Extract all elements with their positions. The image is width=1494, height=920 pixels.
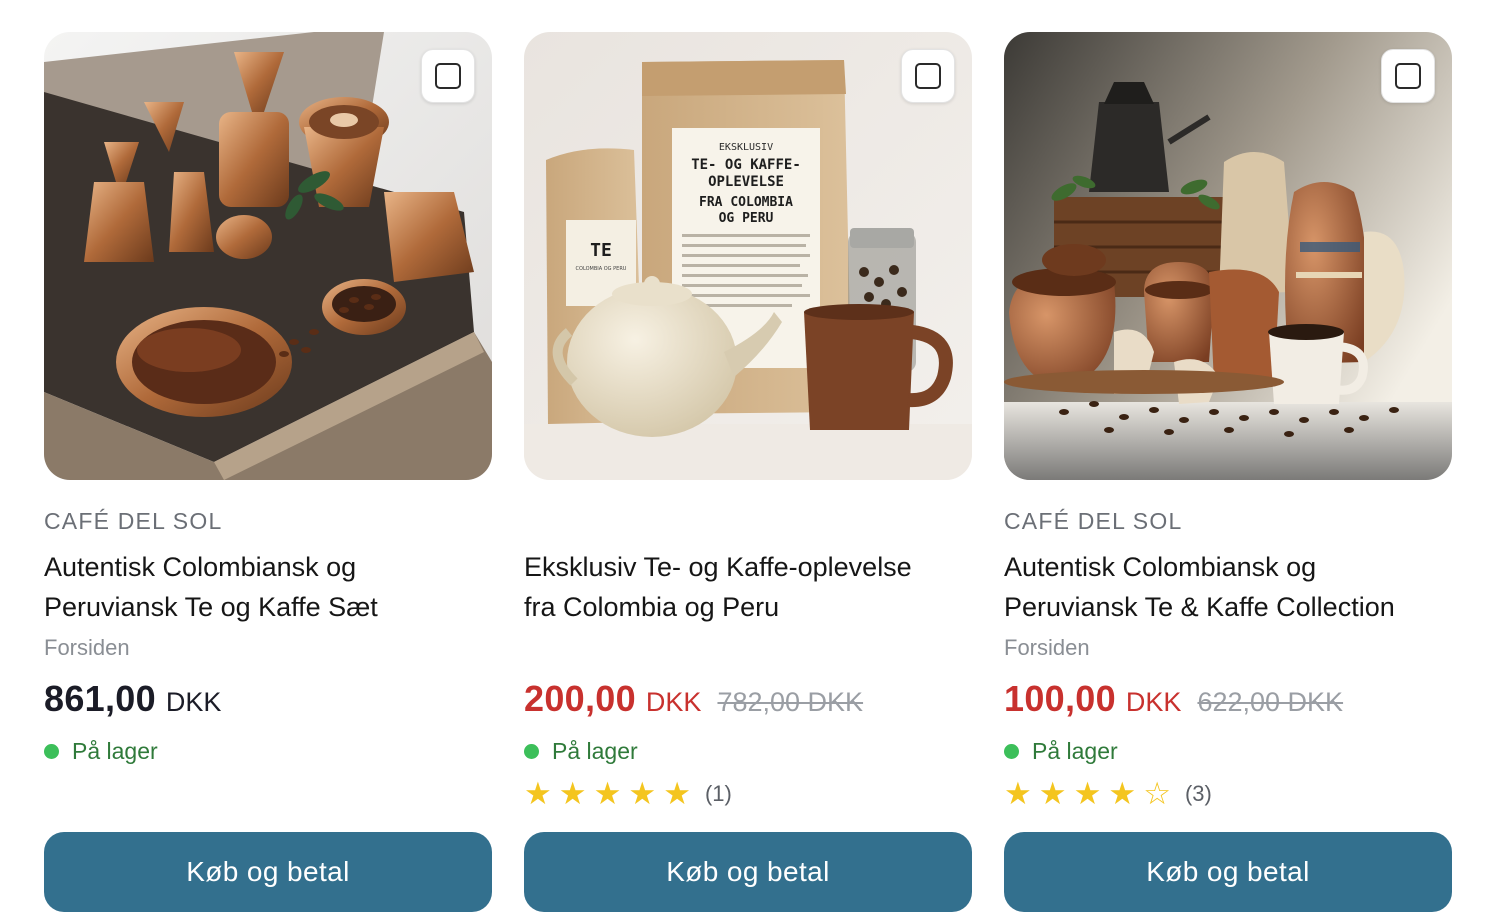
product-title-line: Eksklusiv Te- og Kaffe-oplevelse — [524, 552, 912, 582]
rating-stars: ★ ★ ★ ★ ★ — [524, 777, 691, 811]
bag-text: OG PERU — [719, 211, 774, 226]
checkbox-icon — [435, 63, 461, 89]
product-title[interactable]: Autentisk Colombiansk og Peruviansk Te o… — [44, 547, 492, 627]
rating-count: (1) — [704, 781, 732, 806]
stock-label: På lager — [552, 738, 638, 764]
buy-button[interactable]: Køb og betal — [1004, 832, 1452, 912]
star-filled-icon: ★ — [628, 776, 657, 812]
product-rating[interactable]: ★ ★ ★ ★ ★ (1) — [524, 777, 732, 811]
star-filled-icon: ★ — [593, 776, 622, 812]
star-filled-icon: ★ — [1073, 776, 1102, 812]
product-price: 100,00 DKK 622,00 DKK — [1004, 678, 1343, 720]
product-rating[interactable]: ★ ★ ★ ★ ☆ (3) — [1004, 777, 1212, 811]
compare-checkbox[interactable] — [421, 49, 475, 103]
bag-text: OPLEVELSE — [708, 174, 784, 190]
checkbox-icon — [915, 63, 941, 89]
product-title-line: Peruviansk Te & Kaffe Collection — [1004, 592, 1395, 622]
star-filled-icon: ★ — [524, 776, 552, 812]
price-amount: 100,00 — [1004, 678, 1116, 719]
product-image[interactable] — [1004, 32, 1452, 480]
stock-status: På lager — [44, 738, 158, 765]
stock-label: På lager — [1032, 738, 1118, 764]
stock-status: På lager — [524, 738, 638, 765]
buy-button[interactable]: Køb og betal — [44, 832, 492, 912]
product-vendor: CAFÉ DEL SOL — [44, 508, 223, 534]
small-bag-subtext: COLOMBIA OG PERU — [576, 266, 627, 272]
bag-text: FRA COLOMBIA — [699, 195, 793, 210]
product-price: 861,00 DKK — [44, 678, 221, 720]
product-image[interactable] — [44, 32, 492, 480]
product-grid: CAFÉ DEL SOL Autentisk Colombiansk og Pe… — [44, 32, 1452, 912]
star-empty-icon: ☆ — [1143, 776, 1171, 812]
product-title[interactable]: Eksklusiv Te- og Kaffe-oplevelse fra Col… — [524, 547, 972, 627]
compare-at-price: 622,00 DKK — [1197, 687, 1344, 717]
buy-button[interactable]: Køb og betal — [524, 832, 972, 912]
product-card: EKSKLUSIV TE- OG KAFFE- OPLEVELSE FRA CO… — [524, 32, 972, 912]
product-collection[interactable]: Forsiden — [1004, 635, 1090, 661]
star-filled-icon: ★ — [1038, 776, 1067, 812]
price-amount: 861,00 — [44, 678, 156, 719]
star-filled-icon: ★ — [1004, 776, 1032, 812]
price-currency: DKK — [645, 687, 702, 717]
stock-status: På lager — [1004, 738, 1118, 765]
product-card: CAFÉ DEL SOL Autentisk Colombiansk og Pe… — [44, 32, 492, 912]
star-filled-icon: ★ — [1108, 776, 1137, 812]
status-dot-icon — [44, 744, 59, 759]
bag-text: EKSKLUSIV — [719, 142, 773, 153]
compare-checkbox[interactable] — [1381, 49, 1435, 103]
checkbox-icon — [1395, 63, 1421, 89]
product-title-line: Autentisk Colombiansk og — [1004, 552, 1317, 582]
price-currency: DKK — [165, 687, 222, 717]
bag-text: TE- OG KAFFE- — [691, 157, 801, 173]
product-title[interactable]: Autentisk Colombiansk og Peruviansk Te &… — [1004, 547, 1452, 627]
product-vendor: CAFÉ DEL SOL — [1004, 508, 1183, 534]
star-filled-icon: ★ — [663, 776, 691, 812]
price-amount: 200,00 — [524, 678, 636, 719]
product-card: CAFÉ DEL SOL Autentisk Colombiansk og Pe… — [1004, 32, 1452, 912]
rating-stars: ★ ★ ★ ★ ☆ — [1004, 777, 1171, 811]
product-title-line: Autentisk Colombiansk og — [44, 552, 357, 582]
small-bag-text: TE — [590, 240, 612, 261]
rating-count: (3) — [1184, 781, 1212, 806]
status-dot-icon — [1004, 744, 1019, 759]
compare-at-price: 782,00 DKK — [717, 687, 864, 717]
star-filled-icon: ★ — [558, 776, 587, 812]
product-title-line: fra Colombia og Peru — [524, 592, 780, 622]
status-dot-icon — [524, 744, 539, 759]
product-title-line: Peruviansk Te og Kaffe Sæt — [44, 592, 378, 622]
stock-label: På lager — [72, 738, 158, 764]
product-collection[interactable]: Forsiden — [44, 635, 130, 661]
compare-checkbox[interactable] — [901, 49, 955, 103]
product-image[interactable]: EKSKLUSIV TE- OG KAFFE- OPLEVELSE FRA CO… — [524, 32, 972, 480]
product-price: 200,00 DKK 782,00 DKK — [524, 678, 863, 720]
price-currency: DKK — [1125, 687, 1182, 717]
